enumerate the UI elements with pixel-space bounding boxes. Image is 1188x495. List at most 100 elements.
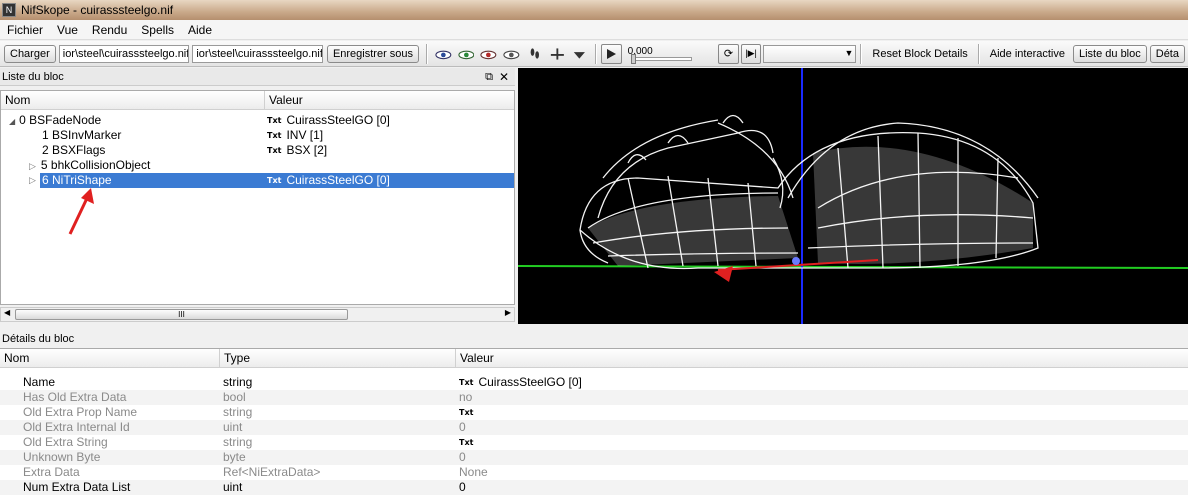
menu-spells[interactable]: Spells: [134, 23, 181, 37]
eye-icon[interactable]: [503, 47, 520, 61]
chevron-down-icon[interactable]: [571, 47, 588, 61]
field-name: Old Extra Prop Name: [23, 405, 138, 419]
field-type: uint: [223, 420, 243, 434]
save-path-input[interactable]: ior\steel\cuirasssteelgo.nif: [192, 44, 323, 63]
field-value[interactable]: 0: [459, 450, 466, 465]
step-icon: |▶|: [745, 48, 757, 58]
window-title: NifSkope - cuirasssteelgo.nif: [21, 3, 174, 17]
field-name: Extra Data: [23, 465, 80, 479]
loop-button[interactable]: ⟳: [718, 43, 739, 64]
step-button[interactable]: |▶|: [740, 43, 762, 64]
interactive-help-button[interactable]: Aide interactive: [984, 48, 1071, 60]
field-value[interactable]: None: [459, 465, 488, 480]
field-name: Name: [23, 375, 56, 389]
row-name: 5 bhkCollisionObject: [40, 158, 151, 172]
row-name: 2 BSXFlags: [42, 143, 106, 157]
axis-icon[interactable]: [549, 47, 566, 61]
col-header-type[interactable]: Type: [220, 349, 456, 368]
field-type: byte: [223, 450, 246, 464]
txt-tag: Txt: [267, 176, 282, 185]
detail-row[interactable]: Num Extra Data List uint 0: [0, 480, 1188, 495]
expand-arrow-icon[interactable]: ▷: [29, 173, 36, 188]
menu-rendu[interactable]: Rendu: [85, 23, 134, 37]
txt-tag: Txt: [267, 131, 282, 140]
field-value[interactable]: 0: [459, 420, 466, 435]
block-details-header: Détails du bloc: [0, 330, 1188, 348]
toolbar-separator: [426, 43, 429, 64]
block-list-toggle[interactable]: Liste du bloc: [1072, 44, 1147, 63]
load-button[interactable]: Charger: [4, 44, 56, 63]
footprint-icon[interactable]: [526, 47, 543, 61]
time-slider[interactable]: [630, 54, 692, 64]
row-name: 6 NiTriShape: [42, 173, 112, 187]
menu-fichier[interactable]: Fichier: [0, 23, 50, 37]
close-icon[interactable]: ✕: [499, 68, 509, 86]
tree-row[interactable]: 2 BSXFlags Txt BSX [2]: [1, 143, 514, 158]
collapse-arrow-icon[interactable]: ◢: [9, 117, 15, 126]
wireframe-mesh: [518, 68, 1188, 324]
block-list-hscrollbar[interactable]: ◀ III ▶: [0, 307, 515, 322]
block-list-tree: Nom Valeur ◢ 0 BSFadeNode Txt CuirassSteel…: [0, 90, 515, 305]
field-type: bool: [223, 390, 246, 404]
block-details-toggle[interactable]: Déta: [1149, 44, 1185, 63]
detail-row[interactable]: Name string Txt CuirassSteelGO [0]: [0, 375, 1188, 390]
field-name: Unknown Byte: [23, 450, 101, 464]
col-header-value[interactable]: Valeur: [456, 349, 1188, 368]
detail-row[interactable]: Extra Data Ref<NiExtraData> None: [0, 465, 1188, 480]
txt-tag: Txt: [267, 116, 282, 125]
render-viewport[interactable]: [518, 68, 1188, 324]
col-header-name[interactable]: Nom: [0, 349, 220, 368]
field-type: string: [223, 405, 253, 419]
expand-arrow-icon[interactable]: ▷: [29, 161, 36, 171]
float-window-icon[interactable]: ⧉: [485, 68, 493, 86]
txt-tag: Txt: [459, 438, 474, 447]
animation-select[interactable]: ▼: [763, 44, 857, 63]
scroll-left-icon[interactable]: ◀: [4, 308, 10, 317]
field-type: string: [223, 435, 253, 449]
tree-row[interactable]: ◢ 0 BSFadeNode Txt CuirassSteelGO [0]: [1, 113, 514, 128]
field-value[interactable]: CuirassSteelGO [0]: [478, 375, 581, 389]
detail-row[interactable]: Old Extra Internal Id uint 0: [0, 420, 1188, 435]
dropdown-arrow-icon: ▼: [844, 47, 854, 58]
menu-aide[interactable]: Aide: [181, 23, 219, 37]
row-value: CuirassSteelGO [0]: [286, 173, 390, 187]
tree-row[interactable]: 1 BSInvMarker Txt INV [1]: [1, 128, 514, 143]
field-type: string: [223, 375, 253, 389]
play-button[interactable]: [601, 43, 622, 64]
eye-icon[interactable]: [480, 47, 497, 61]
row-value: CuirassSteelGO [0]: [286, 113, 390, 127]
field-value[interactable]: no: [459, 390, 472, 405]
txt-tag: Txt: [459, 408, 474, 417]
scroll-right-icon[interactable]: ▶: [505, 308, 511, 317]
app-icon: N: [2, 3, 16, 17]
tree-row[interactable]: ▷ 5 bhkCollisionObject: [1, 158, 514, 173]
row-value: BSX [2]: [286, 143, 328, 157]
row-name: 1 BSInvMarker: [42, 128, 122, 142]
reset-block-details-button[interactable]: Reset Block Details: [866, 48, 973, 60]
toolbar-separator: [860, 43, 863, 64]
row-name: 0 BSFadeNode: [19, 113, 102, 127]
row-value: INV [1]: [286, 128, 324, 142]
eye-icon[interactable]: [435, 47, 452, 61]
eye-icon[interactable]: [458, 47, 475, 61]
detail-row[interactable]: Has Old Extra Data bool no: [0, 390, 1188, 405]
toolbar: Charger ior\steel\cuirasssteelgo.nif ior…: [0, 41, 1188, 67]
txt-tag: Txt: [267, 146, 282, 155]
menu-vue[interactable]: Vue: [50, 23, 85, 37]
field-type: Ref<NiExtraData>: [223, 465, 321, 479]
col-header-name[interactable]: Nom: [1, 91, 265, 110]
annotation-arrow-icon: [68, 188, 94, 235]
load-path-input[interactable]: ior\steel\cuirasssteelgo.nif: [58, 44, 190, 63]
field-value[interactable]: 0: [459, 480, 466, 495]
field-name: Num Extra Data List: [23, 480, 131, 494]
detail-row[interactable]: Old Extra String string Txt: [0, 435, 1188, 450]
detail-row[interactable]: Unknown Byte byte 0: [0, 450, 1188, 465]
field-name: Old Extra Internal Id: [23, 420, 130, 434]
save-as-button[interactable]: Enregistrer sous: [326, 44, 420, 63]
block-details-table: Nom Type Valeur Name string Txt CuirassSt…: [0, 348, 1188, 495]
detail-row[interactable]: Old Extra Prop Name string Txt: [0, 405, 1188, 420]
scroll-thumb[interactable]: III: [15, 309, 348, 320]
field-name: Has Old Extra Data: [23, 390, 127, 404]
col-header-value[interactable]: Valeur: [265, 91, 514, 110]
scroll-grip: III: [178, 310, 185, 319]
